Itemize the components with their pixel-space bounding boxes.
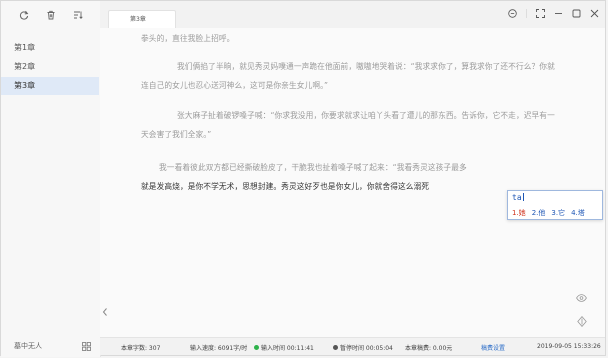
datetime: 2019-09-05 15:33:26 — [537, 343, 601, 350]
chapter-item-3[interactable]: 第3章 — [1, 77, 99, 95]
current-line-text: 就是发高烧，是你不学无术，思想封建。秀灵这好歹也是你女儿，你就舍得这么溺死 — [141, 182, 430, 191]
input-time-label: 输入时间 00:11:41 — [261, 345, 314, 352]
navigation-icon[interactable] — [577, 316, 587, 327]
minimize-icon[interactable] — [554, 9, 563, 18]
fullscreen-icon[interactable] — [536, 9, 545, 18]
ime-candidate[interactable]: 3.它 — [551, 208, 565, 218]
tab-bar: 第3章 — [100, 1, 605, 29]
grid-view-icon[interactable] — [82, 342, 91, 351]
collapse-sidebar-icon[interactable] — [101, 307, 109, 317]
editor-window: 第1章 第2章 第3章 墓中无人 第3章 拳头的，直往我脸上招呼。 我们俩掐了半… — [0, 0, 606, 357]
book-title[interactable]: 墓中无人 — [14, 341, 42, 351]
ime-candidate-popup: ta 1.她 2.他 3.它 4.塔 — [507, 190, 603, 220]
paragraph-3: 张大麻子扯着破锣嗓子喊：“你求我没用，你要求就求让咱丫头看了遭儿的那东西。告诉你… — [141, 111, 555, 139]
paragraph-4: 我一看着彼此双方都已经撕破脸皮了，干脆我也扯着嗓子喊了起来：“我看秀灵这孩子最多 — [159, 163, 467, 172]
chapter-word-count: 本章字数: 307 — [121, 345, 161, 352]
trash-icon[interactable] — [46, 10, 56, 20]
input-speed: 输入速度: 6091字/时 — [190, 345, 248, 352]
ime-candidate[interactable]: 2.他 — [532, 208, 546, 218]
sort-icon[interactable] — [73, 10, 83, 20]
sidebar-toolbar — [19, 10, 83, 20]
chapter-list: 第1章 第2章 第3章 — [1, 39, 99, 96]
eye-icon[interactable] — [576, 294, 587, 302]
ime-candidate[interactable]: 4.塔 — [571, 208, 585, 218]
chapter-item-2[interactable]: 第2章 — [1, 58, 99, 76]
chapter-item-1[interactable]: 第1章 — [1, 39, 99, 57]
close-icon[interactable] — [590, 9, 599, 18]
pause-time-label: 暂停时间 00:05:04 — [340, 345, 393, 352]
ime-pinyin: ta — [512, 193, 522, 202]
chapter-draft-fee: 本章稿费: 0.00元 — [405, 345, 453, 352]
ime-candidate[interactable]: 1.她 — [512, 208, 526, 218]
input-time: 输入时间 00:11:41 — [254, 343, 314, 352]
ime-candidates: 1.她 2.他 3.它 4.塔 — [512, 208, 585, 218]
maximize-icon[interactable] — [572, 9, 581, 18]
sidebar: 第1章 第2章 第3章 墓中无人 — [1, 1, 101, 357]
tab-chapter-3[interactable]: 第3章 — [108, 10, 176, 28]
status-bar: 本章字数: 307 输入速度: 6091字/时 输入时间 00:11:41 暂停… — [100, 337, 605, 355]
refresh-icon[interactable] — [19, 10, 29, 20]
timer-icon[interactable] — [508, 9, 517, 18]
pause-time: 暂停时间 00:05:04 — [333, 343, 393, 352]
status-dot-icon — [254, 345, 259, 350]
text-editor[interactable]: 拳头的，直往我脸上招呼。 我们俩掐了半晌，就见秀灵妈噗通一声跪在他面前，嗷嗷地哭… — [100, 28, 605, 338]
status-dot-icon — [333, 345, 338, 350]
toolbar-divider — [526, 9, 527, 18]
window-controls — [508, 9, 599, 18]
paragraph-1: 拳头的，直往我脸上招呼。 — [141, 34, 235, 43]
draft-settings-link[interactable]: 稿费设置 — [481, 343, 505, 352]
paragraph-2: 我们俩掐了半晌，就见秀灵妈噗通一声跪在他面前，嗷嗷地哭着说：“我求求你了，算我求… — [141, 62, 555, 90]
paragraph-current-line: 就是发高烧，是你不学无术，思想封建。秀灵这好歹也是你女儿，你就舍得这么溺死 — [141, 177, 561, 196]
